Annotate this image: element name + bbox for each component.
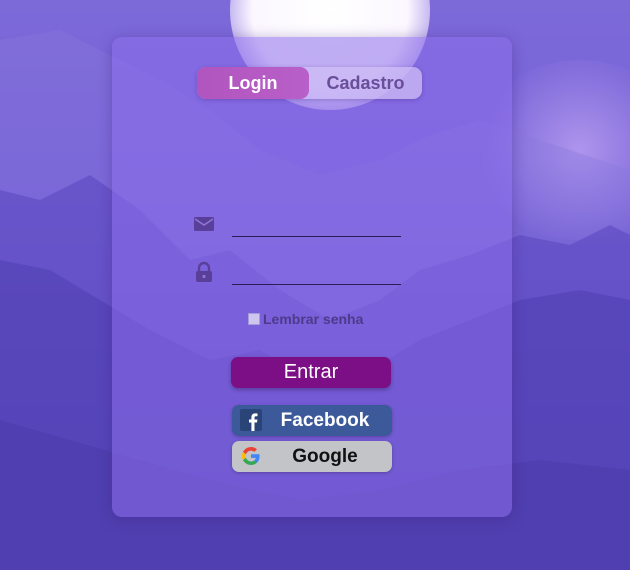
facebook-button-label: Facebook: [280, 410, 370, 431]
auth-tabs: Login Cadastro: [197, 67, 422, 99]
remember-label[interactable]: Lembrar senha: [263, 311, 363, 327]
email-field[interactable]: [232, 212, 401, 237]
remember-password: Lembrar senha: [248, 310, 363, 328]
facebook-logo-icon: [240, 409, 262, 431]
lock-icon: [196, 261, 212, 282]
tab-login[interactable]: Login: [197, 67, 309, 99]
facebook-login-button[interactable]: Facebook: [232, 405, 392, 436]
tab-signup[interactable]: Cadastro: [309, 67, 422, 99]
google-logo-icon: [242, 447, 260, 465]
enter-button[interactable]: Entrar: [231, 357, 391, 388]
remember-checkbox[interactable]: [248, 313, 260, 325]
envelope-icon: [194, 217, 214, 231]
google-button-label: Google: [292, 446, 358, 467]
google-login-button[interactable]: Google: [232, 441, 392, 472]
password-field[interactable]: [232, 260, 401, 285]
